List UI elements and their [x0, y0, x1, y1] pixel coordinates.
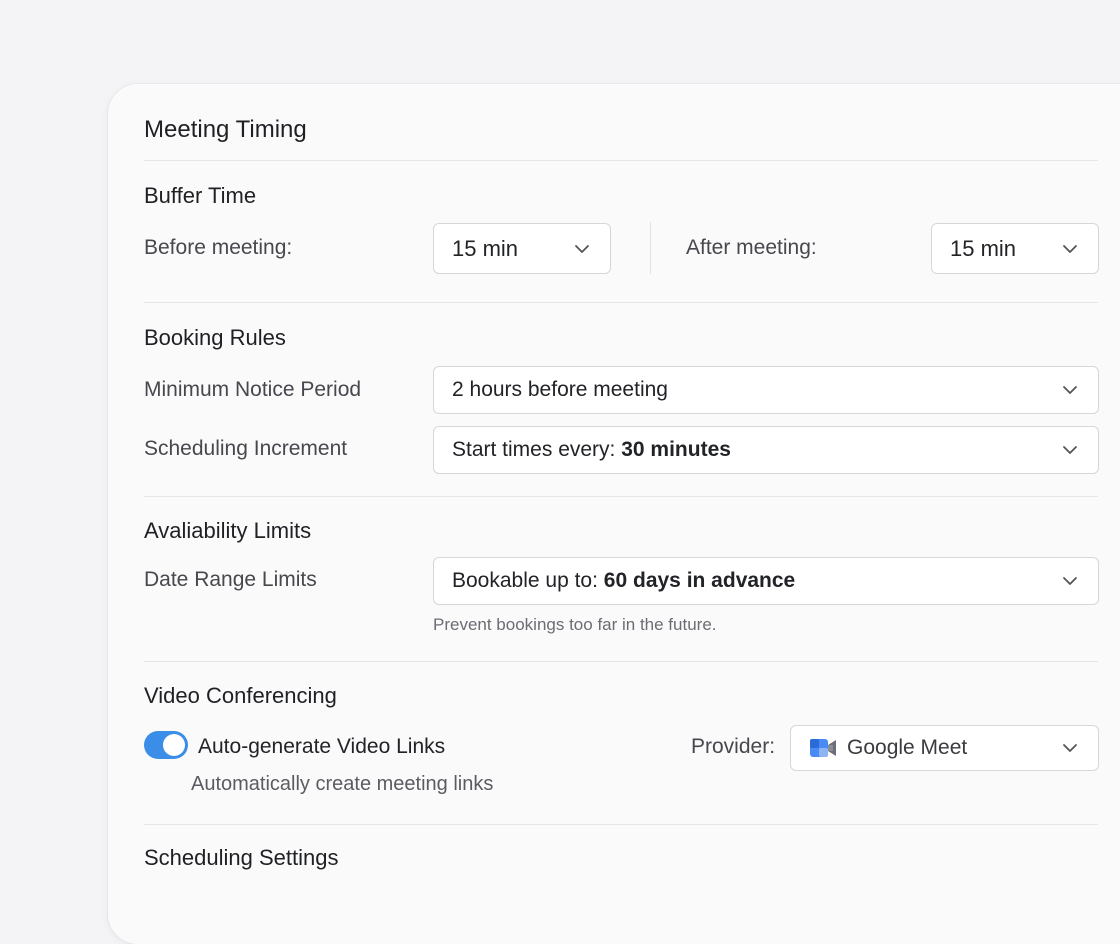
chevron-down-icon [1063, 386, 1077, 394]
divider [144, 160, 1098, 161]
date-range-helper-text: Prevent bookings too far in the future. [433, 615, 717, 634]
chevron-down-icon [1063, 446, 1077, 454]
provider-label: Provider: [691, 735, 776, 758]
meeting-timing-card: Meeting Timing Buffer Time Before meetin… [108, 84, 1120, 944]
section-title-availability-limits: Avaliability Limits [144, 518, 312, 543]
minimum-notice-value: 2 hours before meeting [452, 378, 668, 401]
scheduling-increment-label: Scheduling Increment [144, 437, 348, 460]
auto-generate-helper-text: Automatically create meeting links [191, 773, 494, 795]
after-meeting-select[interactable]: 15 min [931, 223, 1099, 274]
auto-generate-video-links-toggle[interactable] [144, 731, 188, 759]
section-title-scheduling-settings: Scheduling Settings [144, 845, 339, 870]
divider [144, 496, 1098, 497]
after-meeting-value: 15 min [950, 235, 1017, 261]
before-meeting-label: Before meeting: [144, 236, 293, 259]
minimum-notice-select[interactable]: 2 hours before meeting [433, 366, 1099, 414]
card-title: Meeting Timing [144, 116, 307, 143]
section-title-buffer-time: Buffer Time [144, 183, 257, 208]
date-range-value-group: Bookable up to: 60 days in advance [452, 569, 795, 593]
scheduling-increment-value-group: Start times every: 30 minutes [452, 438, 731, 462]
before-meeting-value: 15 min [452, 235, 519, 261]
divider [144, 302, 1098, 303]
chevron-down-icon [1063, 744, 1077, 752]
date-range-label: Date Range Limits [144, 568, 317, 591]
chevron-down-icon [575, 244, 589, 253]
after-meeting-label: After meeting: [686, 236, 817, 259]
section-title-booking-rules: Booking Rules [144, 325, 286, 350]
date-range-value: 60 days in advance [603, 569, 796, 592]
scheduling-increment-value: 30 minutes [621, 438, 731, 461]
chevron-down-icon [1063, 244, 1077, 253]
divider [144, 661, 1098, 662]
minimum-notice-label: Minimum Notice Period [144, 378, 362, 401]
google-meet-icon [809, 736, 837, 760]
vertical-divider [650, 222, 651, 274]
before-meeting-select[interactable]: 15 min [433, 223, 611, 274]
date-range-select[interactable]: Bookable up to: 60 days in advance [433, 557, 1099, 605]
auto-generate-video-links-label: Auto-generate Video Links [198, 735, 446, 758]
section-title-video-conferencing: Video Conferencing [144, 683, 337, 708]
date-range-prefix: Bookable up to: [452, 569, 598, 592]
provider-select[interactable]: Google Meet [790, 725, 1099, 771]
divider [144, 824, 1098, 825]
scheduling-increment-select[interactable]: Start times every: 30 minutes [433, 426, 1099, 474]
scheduling-increment-prefix: Start times every: [452, 438, 616, 461]
provider-value: Google Meet [847, 736, 968, 759]
toggle-knob [163, 734, 185, 756]
chevron-down-icon [1063, 577, 1077, 585]
